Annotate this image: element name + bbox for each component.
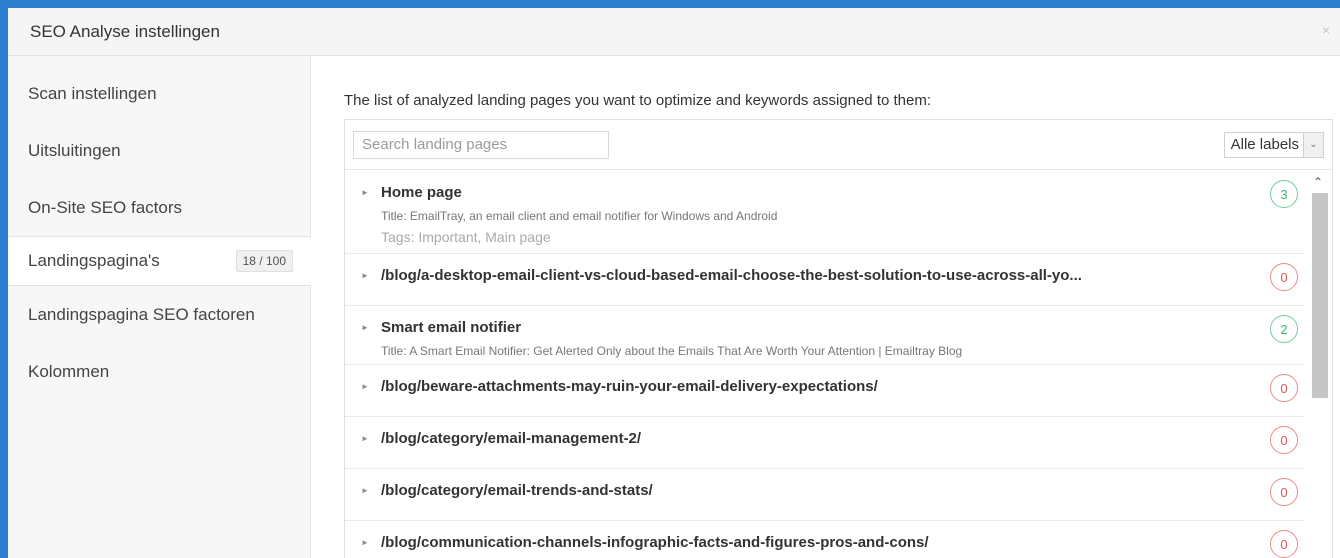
keyword-count-badge[interactable]: 3 bbox=[1270, 180, 1298, 208]
sidebar-item-columns[interactable]: Kolommen bbox=[8, 343, 310, 400]
list-item[interactable]: ► Home page Title: EmailTray, an email cl… bbox=[345, 171, 1304, 254]
caret-right-icon[interactable]: ► bbox=[361, 538, 381, 547]
list-item[interactable]: ►/blog/category/email-management-2/ 0 bbox=[345, 417, 1304, 469]
landing-page-name: /blog/category/email-management-2/ bbox=[381, 430, 642, 447]
keyword-count-badge[interactable]: 0 bbox=[1270, 426, 1298, 454]
labels-select-value: Alle labels bbox=[1230, 136, 1299, 153]
landing-page-name: /blog/category/email-trends-and-stats/ bbox=[381, 482, 653, 499]
sidebar-item-label: On-Site SEO factors bbox=[28, 197, 182, 217]
landing-page-tags: Tags: Important, Main page bbox=[381, 229, 551, 245]
landing-page-name: Home page bbox=[381, 184, 462, 201]
list-item[interactable]: ►/blog/beware-attachments-may-ruin-your-… bbox=[345, 365, 1304, 417]
sidebar-item-landing-page-seo-factors[interactable]: Landingspagina SEO factoren bbox=[8, 286, 310, 343]
caret-right-icon[interactable]: ► bbox=[361, 271, 381, 280]
landing-page-title: Title: EmailTray, an email client and em… bbox=[381, 209, 778, 223]
chevron-down-icon: ⌄ bbox=[1303, 132, 1323, 157]
landing-page-name: Smart email notifier bbox=[381, 319, 522, 336]
seo-settings-dialog: SEO Analyse instellingen × Scan instelli… bbox=[8, 8, 1340, 558]
landing-pages-panel: Alle labels ⌄ ►Home page Title: EmailTra… bbox=[344, 119, 1333, 558]
dialog-title: SEO Analyse instellingen bbox=[30, 21, 220, 41]
vertical-scrollbar[interactable]: ⌃ bbox=[1304, 171, 1332, 558]
dialog-header: SEO Analyse instellingen × bbox=[8, 8, 1340, 56]
keyword-count-badge[interactable]: 0 bbox=[1270, 263, 1298, 291]
sidebar-item-scan-settings[interactable]: Scan instellingen bbox=[8, 65, 310, 122]
intro-text: The list of analyzed landing pages you w… bbox=[344, 92, 932, 109]
landing-pages-count-badge: 18 / 100 bbox=[235, 250, 293, 272]
list-item[interactable]: ► Smart email notifier Title: A Smart Ema… bbox=[345, 306, 1304, 365]
sidebar-item-label: Uitsluitingen bbox=[28, 140, 121, 160]
search-input[interactable] bbox=[353, 130, 609, 159]
sidebar-item-label: Scan instellingen bbox=[28, 83, 157, 103]
labels-select[interactable]: Alle labels ⌄ bbox=[1223, 131, 1324, 158]
caret-right-icon[interactable]: ► bbox=[361, 323, 381, 332]
close-icon[interactable]: × bbox=[1322, 22, 1330, 38]
keyword-count-badge[interactable]: 0 bbox=[1270, 530, 1298, 558]
caret-right-icon[interactable]: ► bbox=[361, 188, 381, 197]
sidebar-item-onsite-seo-factors[interactable]: On-Site SEO factors bbox=[8, 179, 310, 236]
sidebar-item-label: Kolommen bbox=[28, 361, 110, 381]
landing-page-name: /blog/a-desktop-email-client-vs-cloud-ba… bbox=[381, 267, 1082, 284]
keyword-count-badge[interactable]: 0 bbox=[1270, 374, 1298, 402]
caret-right-icon[interactable]: ► bbox=[361, 486, 381, 495]
sidebar-item-landing-pages[interactable]: Landingspagina's 18 / 100 bbox=[8, 236, 311, 286]
caret-right-icon[interactable]: ► bbox=[361, 434, 381, 443]
keyword-count-badge[interactable]: 2 bbox=[1270, 315, 1298, 343]
keyword-count-badge[interactable]: 0 bbox=[1270, 478, 1298, 506]
panel-toolbar: Alle labels ⌄ bbox=[345, 120, 1332, 170]
scrollbar-thumb[interactable] bbox=[1312, 193, 1328, 398]
scroll-up-icon[interactable]: ⌃ bbox=[1304, 171, 1332, 193]
sidebar-item-label: Landingspagina SEO factoren bbox=[28, 304, 255, 324]
landing-page-name: /blog/communication-channels-infographic… bbox=[381, 534, 929, 551]
sidebar-item-label: Landingspagina's bbox=[28, 251, 160, 270]
landing-pages-list: ► Home page Title: EmailTray, an email cl… bbox=[345, 171, 1304, 558]
caret-right-icon[interactable]: ► bbox=[361, 382, 381, 391]
main-content: The list of analyzed landing pages you w… bbox=[311, 56, 1340, 558]
landing-page-title: Title: A Smart Email Notifier: Get Alert… bbox=[381, 344, 963, 358]
list-item[interactable]: ►/blog/communication-channels-infographi… bbox=[345, 521, 1304, 558]
sidebar: Scan instellingen Uitsluitingen On-Site … bbox=[8, 56, 311, 558]
list-item[interactable]: ►/blog/category/email-trends-and-stats/ … bbox=[345, 469, 1304, 521]
landing-page-name: /blog/beware-attachments-may-ruin-your-e… bbox=[381, 378, 878, 395]
sidebar-item-exclusions[interactable]: Uitsluitingen bbox=[8, 122, 310, 179]
list-item[interactable]: ►/blog/a-desktop-email-client-vs-cloud-b… bbox=[345, 254, 1304, 306]
